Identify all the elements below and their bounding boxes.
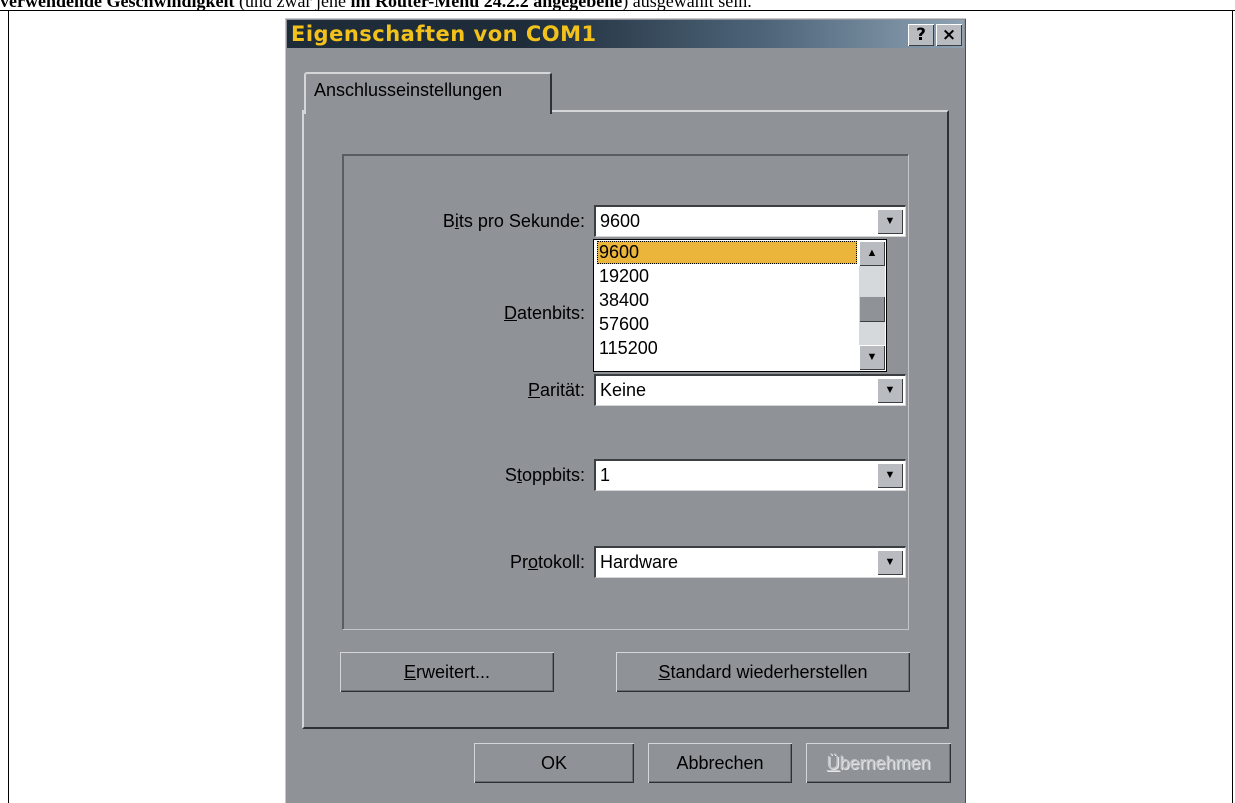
data-bits-label: Datenbits: (503, 303, 585, 323)
settings-group: Bits pro Sekunde: 9600 ▼ Datenbits: Pari… (342, 154, 909, 630)
ok-button[interactable]: OK (474, 743, 634, 783)
parity-value: Keine (600, 380, 647, 400)
close-button[interactable]: × (936, 24, 962, 46)
close-icon: × (941, 25, 957, 45)
bits-per-second-dropdown: 9600 19200 38400 57600 115200 ▲ ▼ (593, 239, 887, 372)
document-border-right (1232, 10, 1233, 803)
dropdown-option[interactable]: 57600 (597, 313, 857, 336)
dropdown-scrollbar[interactable]: ▲ ▼ (859, 241, 885, 370)
chevron-down-icon[interactable]: ▼ (877, 378, 903, 403)
stop-bits-select[interactable]: 1 ▼ (594, 459, 906, 491)
bits-per-second-value: 9600 (600, 211, 641, 231)
bits-per-second-label: Bits pro Sekunde: (442, 211, 585, 231)
com1-properties-dialog: Eigenschaften von COM1 ? × Anschlusseins… (285, 18, 966, 803)
help-button[interactable]: ? (908, 24, 934, 46)
apply-button[interactable]: Übernehmen (806, 743, 951, 783)
restore-defaults-button[interactable]: Standard wiederherstellen (616, 652, 910, 692)
chevron-down-icon[interactable]: ▼ (877, 209, 903, 234)
tab-anschlusseinstellungen[interactable]: Anschlusseinstellungen (304, 72, 552, 114)
protocol-select[interactable]: Hardware ▼ (594, 546, 906, 578)
dropdown-option[interactable]: 9600 (597, 241, 857, 264)
advanced-button[interactable]: Erweitert... (340, 652, 554, 692)
protocol-value: Hardware (600, 552, 679, 572)
tab-label: Anschlusseinstellungen (314, 80, 503, 100)
help-icon: ? (916, 25, 926, 45)
scroll-up-icon[interactable]: ▲ (859, 241, 885, 266)
bits-per-second-select[interactable]: 9600 ▼ (594, 205, 906, 237)
document-border-left (8, 10, 9, 803)
stop-bits-value: 1 (600, 465, 611, 485)
dialog-title: Eigenschaften von COM1 (291, 22, 597, 46)
stop-bits-label: Stoppbits: (504, 465, 585, 485)
document-border-top (0, 10, 1235, 11)
chevron-down-icon[interactable]: ▼ (877, 463, 903, 488)
tab-panel: Bits pro Sekunde: 9600 ▼ Datenbits: Pari… (302, 110, 949, 729)
cancel-button[interactable]: Abbrechen (648, 743, 792, 783)
scroll-down-icon[interactable]: ▼ (859, 345, 885, 370)
parity-label: Parität: (527, 380, 585, 400)
parity-select[interactable]: Keine ▼ (594, 374, 906, 406)
dropdown-option[interactable]: 19200 (597, 265, 857, 288)
scrollbar-thumb[interactable] (859, 296, 885, 322)
dropdown-option[interactable]: 38400 (597, 289, 857, 312)
dropdown-option[interactable]: 115200 (597, 337, 857, 360)
chevron-down-icon[interactable]: ▼ (877, 550, 903, 575)
protocol-label: Protokoll: (509, 552, 585, 572)
title-bar[interactable]: Eigenschaften von COM1 ? × (287, 20, 964, 48)
